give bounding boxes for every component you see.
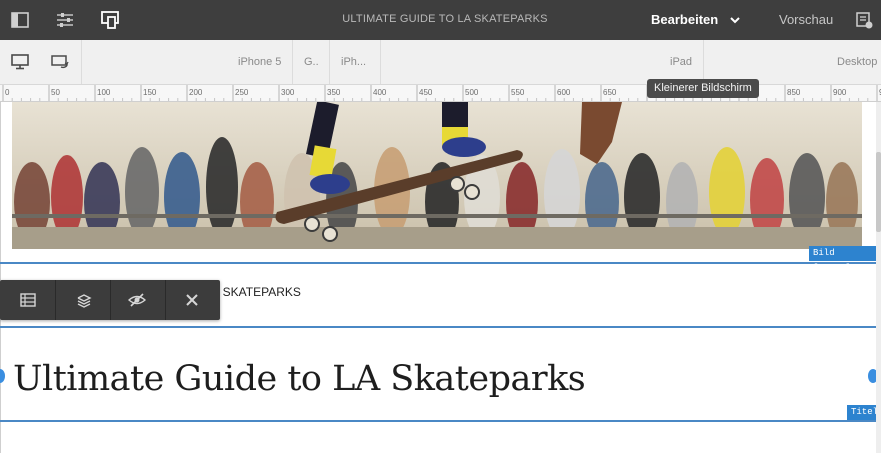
ruler-tick-label: 0 (5, 88, 10, 97)
toolbar-separator (55, 280, 56, 320)
ruler-tick-label: 200 (189, 88, 203, 97)
properties-icon[interactable] (53, 8, 77, 32)
page-title: ULTIMATE GUIDE TO LA SKATEPARKS (342, 13, 548, 25)
skatepark-photo (12, 102, 862, 249)
text-component[interactable]: A SKATEPARKS (212, 285, 301, 299)
device-ipad[interactable]: iPad (670, 56, 692, 68)
device-galaxy[interactable]: G.. (304, 56, 319, 68)
text-component-outline (0, 326, 876, 328)
layout-icon[interactable] (16, 288, 40, 312)
chevron-down-icon[interactable] (729, 14, 741, 26)
ruler-tick-label: 500 (465, 88, 479, 97)
side-panel-icon[interactable] (8, 8, 32, 32)
device-desktop[interactable]: Desktop (837, 56, 877, 68)
ruler-tick-label: 550 (511, 88, 525, 97)
component-toolbar (0, 280, 220, 320)
ruler-tick-label: 350 (327, 88, 341, 97)
ruler-tick-label: 300 (281, 88, 295, 97)
toolbar-separator (165, 280, 166, 320)
annotations-icon[interactable] (852, 8, 876, 32)
ruler-tick-label: 400 (373, 88, 387, 97)
close-icon[interactable] (180, 288, 204, 312)
device-iphone[interactable]: iPh... (341, 56, 366, 68)
divider (329, 40, 330, 84)
page-heading[interactable]: Ultimate Guide to LA Skateparks (13, 359, 586, 399)
mode-select[interactable]: Bearbeiten (651, 12, 718, 27)
resize-handle-left[interactable] (0, 369, 5, 383)
image-component-outline (0, 262, 876, 264)
device-iphone5[interactable]: iPhone 5 (238, 56, 281, 68)
title-component-outline (0, 420, 876, 422)
ruler-tick-label: 100 (97, 88, 111, 97)
component-badge-image[interactable]: Bild [Stamm] (809, 246, 881, 273)
ruler-tick-label: 900 (833, 88, 847, 97)
ruler-tick-label: 50 (51, 88, 60, 97)
ruler-tick-label: 150 (143, 88, 157, 97)
divider (703, 40, 704, 84)
editor-header: ULTIMATE GUIDE TO LA SKATEPARKS Bearbeit… (0, 0, 881, 40)
desktop-icon[interactable] (8, 50, 32, 74)
ruler-tick-label: 250 (235, 88, 249, 97)
divider (292, 40, 293, 84)
ruler-tick-label: 600 (557, 88, 571, 97)
parent-icon[interactable] (72, 288, 96, 312)
canvas-edge (0, 102, 1, 453)
tooltip: Kleinerer Bildschirm (647, 79, 759, 98)
divider (81, 40, 82, 84)
scrollbar-thumb[interactable] (876, 152, 881, 232)
hero-image[interactable] (12, 102, 862, 249)
ruler-tick-label: 650 (603, 88, 617, 97)
preview-button[interactable]: Vorschau (779, 12, 833, 27)
ruler-tick-label: 450 (419, 88, 433, 97)
toolbar-separator (110, 280, 111, 320)
divider (380, 40, 381, 84)
hide-icon[interactable] (125, 288, 149, 312)
ruler-tick-label: 850 (787, 88, 801, 97)
rotate-device-icon[interactable] (48, 50, 72, 74)
page-canvas: Bild [Stamm] A SKATEPARKS Ultimate Guide… (0, 102, 881, 453)
emulator-icon[interactable] (98, 8, 122, 32)
